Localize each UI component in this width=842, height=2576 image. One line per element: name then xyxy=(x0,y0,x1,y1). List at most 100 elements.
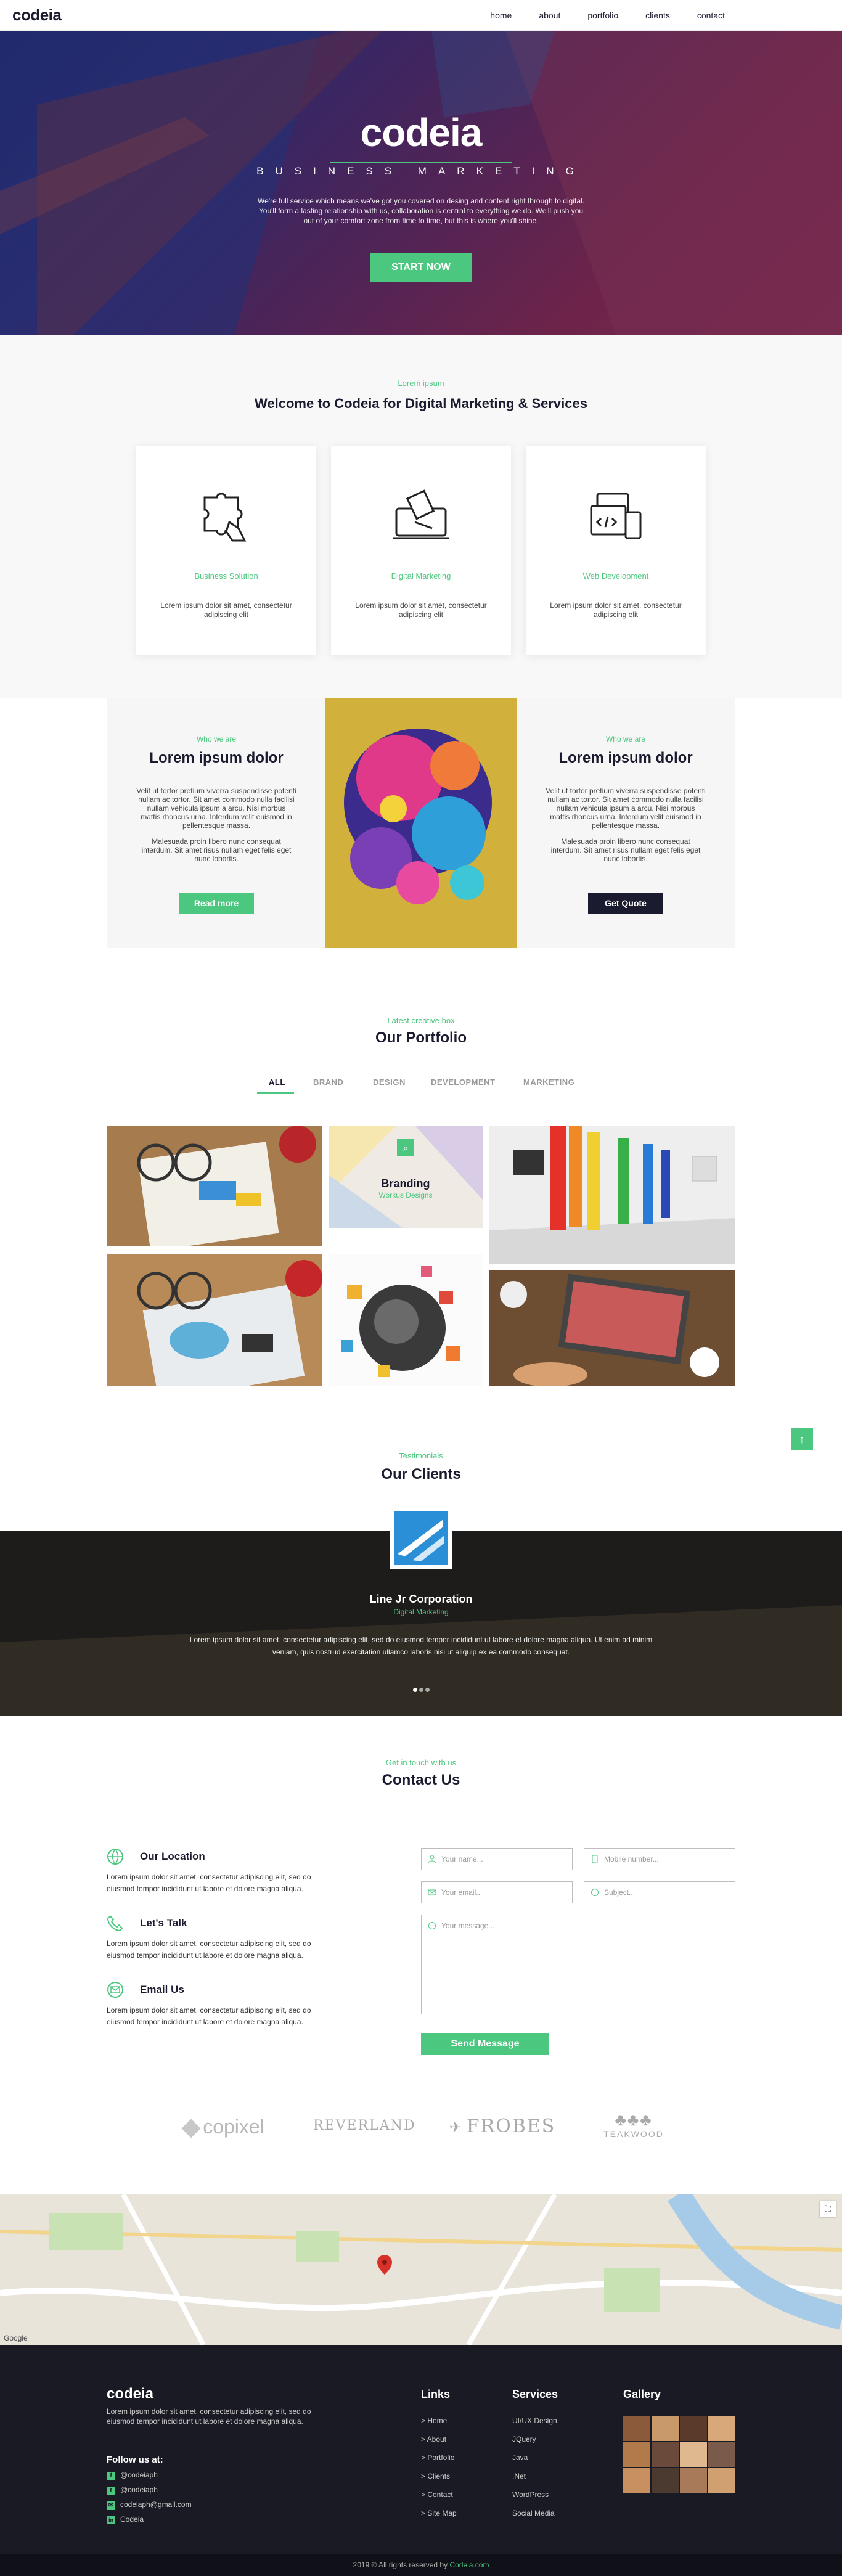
gallery-thumb[interactable] xyxy=(623,2468,650,2493)
service-text: Lorem ipsum dolor sit amet, consectetur … xyxy=(355,601,487,619)
bird-icon: ✈ xyxy=(449,2119,463,2136)
service-card[interactable]: Web Development Lorem ipsum dolor sit am… xyxy=(526,446,706,655)
footer-link[interactable]: > About xyxy=(421,2435,446,2443)
social-email[interactable]: ✉ codeiaph@gmail.com xyxy=(107,2500,192,2510)
who-paragraph: Malesuada proin libero nunc consequat in… xyxy=(550,837,701,863)
hero-banner: codeia BUSINESS MARKETING We're full ser… xyxy=(0,31,842,335)
nav-portfolio[interactable]: portfolio xyxy=(587,10,618,20)
footer-logo[interactable]: codeia xyxy=(107,2386,153,2403)
footer-link[interactable]: > Portfolio xyxy=(421,2453,454,2462)
send-message-button[interactable]: Send Message xyxy=(421,2033,549,2055)
gallery-thumb[interactable] xyxy=(680,2416,707,2441)
subject-input[interactable]: Subject... xyxy=(584,1881,735,1903)
portfolio-item[interactable] xyxy=(107,1126,322,1246)
contact-heading: Contact Us xyxy=(382,1772,460,1788)
portfolio-filter-tabs: ALL BRAND DESIGN DEVELOPMENT MARKETING xyxy=(257,1077,585,1096)
slider-dot[interactable] xyxy=(413,1688,417,1692)
who-paragraph: Velit ut tortor pretium viverra suspendi… xyxy=(136,787,296,830)
nav-about[interactable]: about xyxy=(539,10,560,20)
service-card[interactable]: Business Solution Lorem ipsum dolor sit … xyxy=(136,446,316,655)
tab-design[interactable]: DESIGN xyxy=(373,1077,406,1087)
tab-development[interactable]: DEVELOPMENT xyxy=(431,1077,495,1087)
gallery-thumb[interactable] xyxy=(708,2442,735,2467)
gallery-thumb[interactable] xyxy=(680,2442,707,2467)
copixel-icon xyxy=(181,2118,201,2138)
portfolio-item[interactable] xyxy=(489,1126,735,1264)
facebook-icon: f xyxy=(107,2472,115,2480)
message-textarea[interactable]: Your message... xyxy=(421,1915,735,2014)
contact-title: Let's Talk xyxy=(140,1917,187,1929)
who-left: Who we are Lorem ipsum dolor Velit ut to… xyxy=(107,698,326,948)
service-title: Business Solution xyxy=(194,571,258,581)
testimonials-heading: Our Clients xyxy=(381,1466,461,1482)
footer-service[interactable]: Java xyxy=(512,2453,528,2462)
read-more-button[interactable]: Read more xyxy=(179,893,254,914)
footer-service[interactable]: Social Media xyxy=(512,2509,555,2517)
message-placeholder: Your message... xyxy=(441,1921,495,1930)
nav-home[interactable]: home xyxy=(490,10,512,20)
name-input[interactable]: Your name... xyxy=(421,1848,573,1870)
start-now-button[interactable]: START NOW xyxy=(370,253,472,282)
footer-service[interactable]: UI/UX Design xyxy=(512,2416,557,2425)
service-text: Lorem ipsum dolor sit amet, consectetur … xyxy=(550,601,682,619)
links-heading: Links xyxy=(421,2388,451,2400)
portfolio-item[interactable] xyxy=(107,1254,322,1386)
social-twitter[interactable]: t @codeiaph xyxy=(107,2485,158,2495)
tab-all[interactable]: ALL xyxy=(269,1077,285,1087)
gallery-thumb[interactable] xyxy=(652,2416,679,2441)
gallery-thumb[interactable] xyxy=(708,2468,735,2493)
gallery-thumb[interactable] xyxy=(652,2468,679,2493)
portfolio-item[interactable] xyxy=(329,1254,483,1386)
nav-contact[interactable]: contact xyxy=(697,10,725,20)
mobile-input[interactable]: Mobile number... xyxy=(584,1848,735,1870)
slider-dot[interactable] xyxy=(425,1688,430,1692)
portfolio-item-branding[interactable]: ⌕ Branding Workus Designs xyxy=(329,1126,483,1228)
gallery-heading: Gallery xyxy=(623,2388,661,2400)
social-facebook[interactable]: f @codeiaph xyxy=(107,2471,158,2480)
social-linkedin[interactable]: in Codeia xyxy=(107,2515,144,2524)
who-paragraph: Velit ut tortor pretium viverra suspendi… xyxy=(546,787,706,830)
mobile-icon xyxy=(592,1855,598,1863)
welcome-kicker: Lorem ipsum xyxy=(398,378,444,388)
search-icon[interactable]: ⌕ xyxy=(397,1139,414,1156)
gallery-thumb[interactable] xyxy=(680,2468,707,2493)
footer-link[interactable]: > Site Map xyxy=(421,2509,457,2517)
scroll-top-button[interactable]: ↑ xyxy=(791,1428,813,1450)
footer-service[interactable]: JQuery xyxy=(512,2435,536,2443)
logo[interactable]: codeia xyxy=(12,6,62,25)
service-title: Digital Marketing xyxy=(391,571,451,581)
footer-service[interactable]: WordPress xyxy=(512,2490,549,2499)
who-heading: Lorem ipsum dolor xyxy=(558,750,693,766)
email-input[interactable]: Your email... xyxy=(421,1881,573,1903)
twitter-icon: t xyxy=(107,2487,115,2495)
service-card[interactable]: Digital Marketing Lorem ipsum dolor sit … xyxy=(331,446,511,655)
client-role: Digital Marketing xyxy=(393,1608,449,1616)
brand-logo-frobes: ✈ FROBES xyxy=(449,2116,556,2137)
page: codeia home about portfolio clients cont… xyxy=(0,0,842,2576)
tab-brand[interactable]: BRAND xyxy=(313,1077,343,1087)
linkedin-icon: in xyxy=(107,2516,115,2524)
gallery-thumb[interactable] xyxy=(652,2442,679,2467)
fullscreen-icon[interactable]: ⛶ xyxy=(820,2201,836,2217)
footer-link[interactable]: > Clients xyxy=(421,2472,450,2480)
footer-service[interactable]: .Net xyxy=(512,2472,526,2480)
get-quote-button[interactable]: Get Quote xyxy=(588,893,663,914)
gallery-thumb[interactable] xyxy=(623,2416,650,2441)
footer-link[interactable]: > Home xyxy=(421,2416,447,2425)
mail-icon xyxy=(107,1982,123,1998)
copyright-link[interactable]: Codeia.com xyxy=(449,2561,489,2569)
slider-dot[interactable] xyxy=(419,1688,423,1692)
gallery-thumb[interactable] xyxy=(623,2442,650,2467)
footer-link[interactable]: > Contact xyxy=(421,2490,453,2499)
brand-logo-copixel: copixel xyxy=(175,2116,274,2138)
portfolio-item[interactable] xyxy=(489,1270,735,1386)
gallery-thumb[interactable] xyxy=(708,2416,735,2441)
map-embed[interactable]: ⛶ Google xyxy=(0,2194,842,2345)
nav-clients[interactable]: clients xyxy=(645,10,670,20)
tab-marketing[interactable]: MARKETING xyxy=(523,1077,574,1087)
footer-about: Lorem ipsum dolor sit amet, consectetur … xyxy=(107,2407,311,2426)
phone-icon xyxy=(107,1915,123,1932)
laptop-marketing-icon xyxy=(393,489,449,539)
brand-logo-reverland: REVERLAND xyxy=(313,2118,416,2133)
follow-heading: Follow us at: xyxy=(107,2455,163,2465)
